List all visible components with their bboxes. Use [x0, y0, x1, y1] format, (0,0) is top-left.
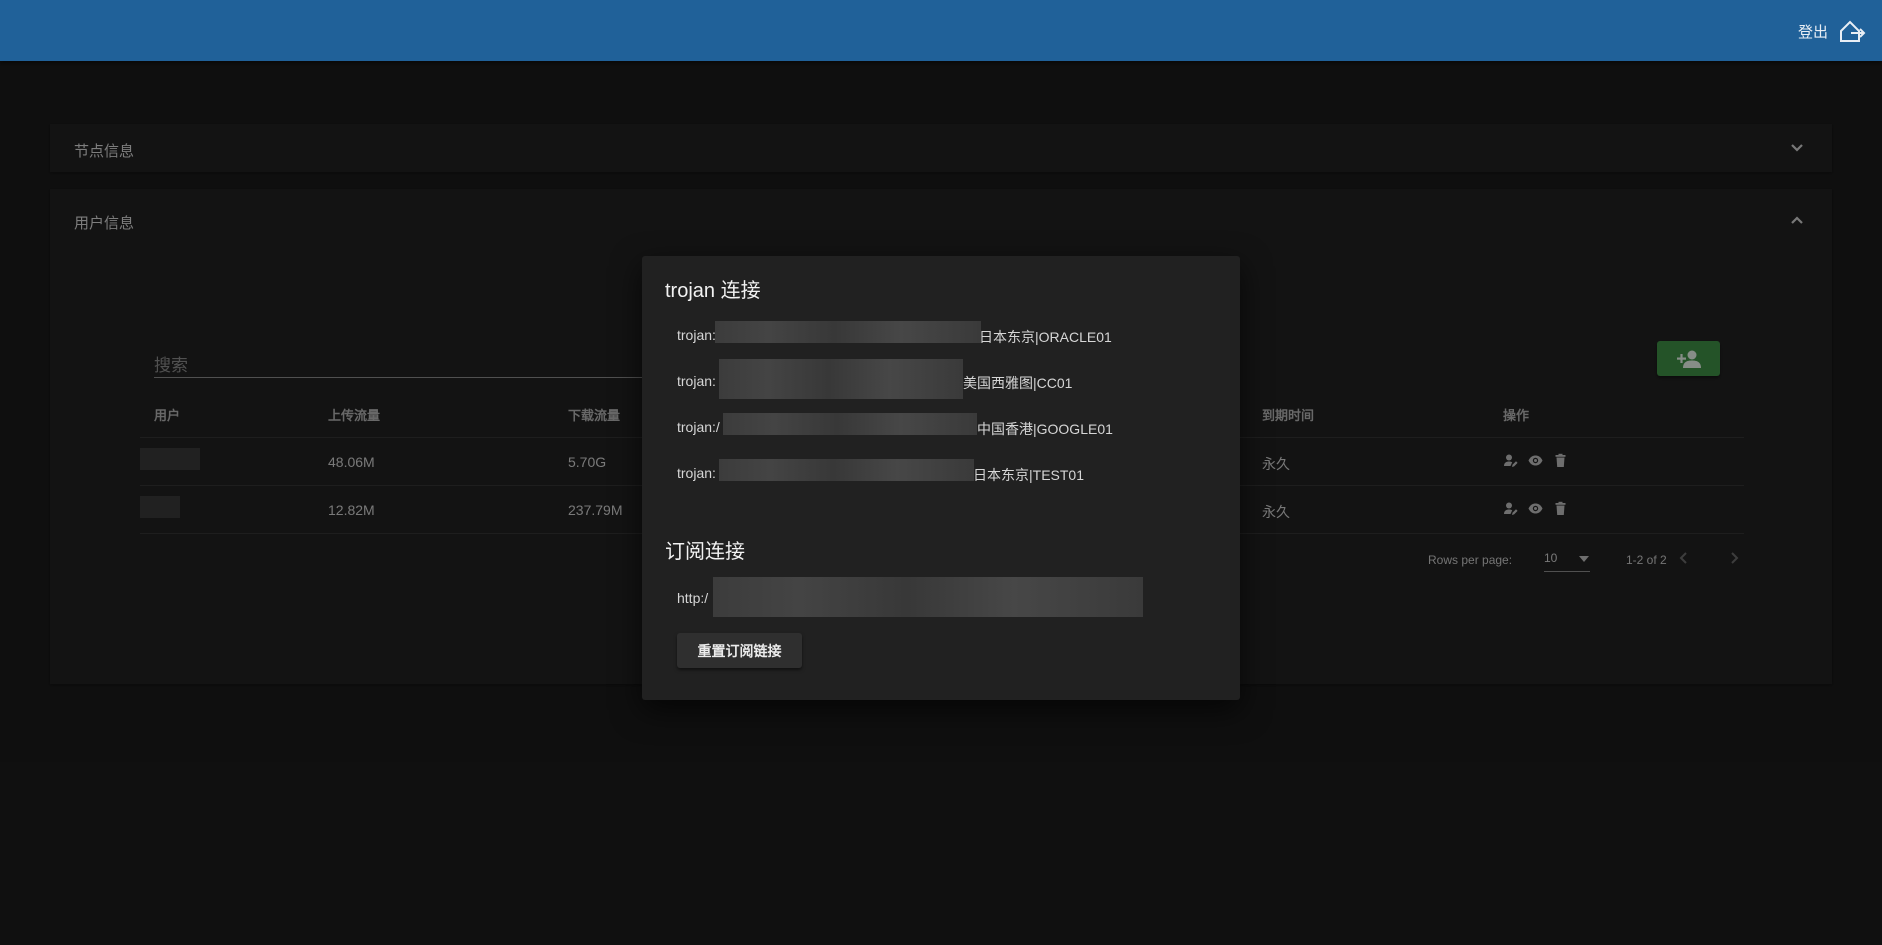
logout-button[interactable]: 登出 [1798, 16, 1866, 46]
link-prefix: trojan: [677, 327, 716, 343]
trojan-link-1[interactable]: trojan: 日本东京|ORACLE01 [677, 321, 1112, 345]
logout-icon [1840, 20, 1866, 42]
link-suffix: 美国西雅图|CC01 [963, 375, 1073, 391]
link-prefix: trojan:/ [677, 419, 720, 435]
link-suffix: 中国香港|GOOGLE01 [977, 421, 1113, 437]
logout-label: 登出 [1797, 23, 1828, 41]
link-prefix: trojan: [677, 465, 716, 481]
trojan-connection-dialog: trojan 连接 trojan: 日本东京|ORACLE01 trojan: 美国… [642, 256, 1240, 700]
redacted-link [719, 459, 974, 481]
trojan-link-3[interactable]: trojan:/ 中国香港|GOOGLE01 [677, 413, 1113, 437]
link-prefix: trojan: [677, 373, 716, 389]
redacted-link [715, 321, 981, 343]
link-prefix: http:/ [677, 590, 709, 606]
reset-subscription-button[interactable]: 重置订阅链接 [677, 633, 802, 668]
dialog-title: trojan 连接 [665, 280, 761, 302]
trojan-link-2[interactable]: trojan: 美国西雅图|CC01 [677, 359, 1072, 399]
app-bar: 登出 [0, 0, 1882, 61]
subscribe-link[interactable]: http:/ [677, 577, 1143, 617]
redacted-link [713, 577, 1143, 617]
redacted-link [723, 413, 977, 435]
link-suffix: 日本东京|ORACLE01 [979, 329, 1112, 345]
trojan-link-4[interactable]: trojan: 日本东京|TEST01 [677, 459, 1084, 483]
link-suffix: 日本东京|TEST01 [973, 467, 1084, 483]
redacted-link [719, 359, 963, 399]
subscribe-title: 订阅连接 [665, 541, 745, 563]
